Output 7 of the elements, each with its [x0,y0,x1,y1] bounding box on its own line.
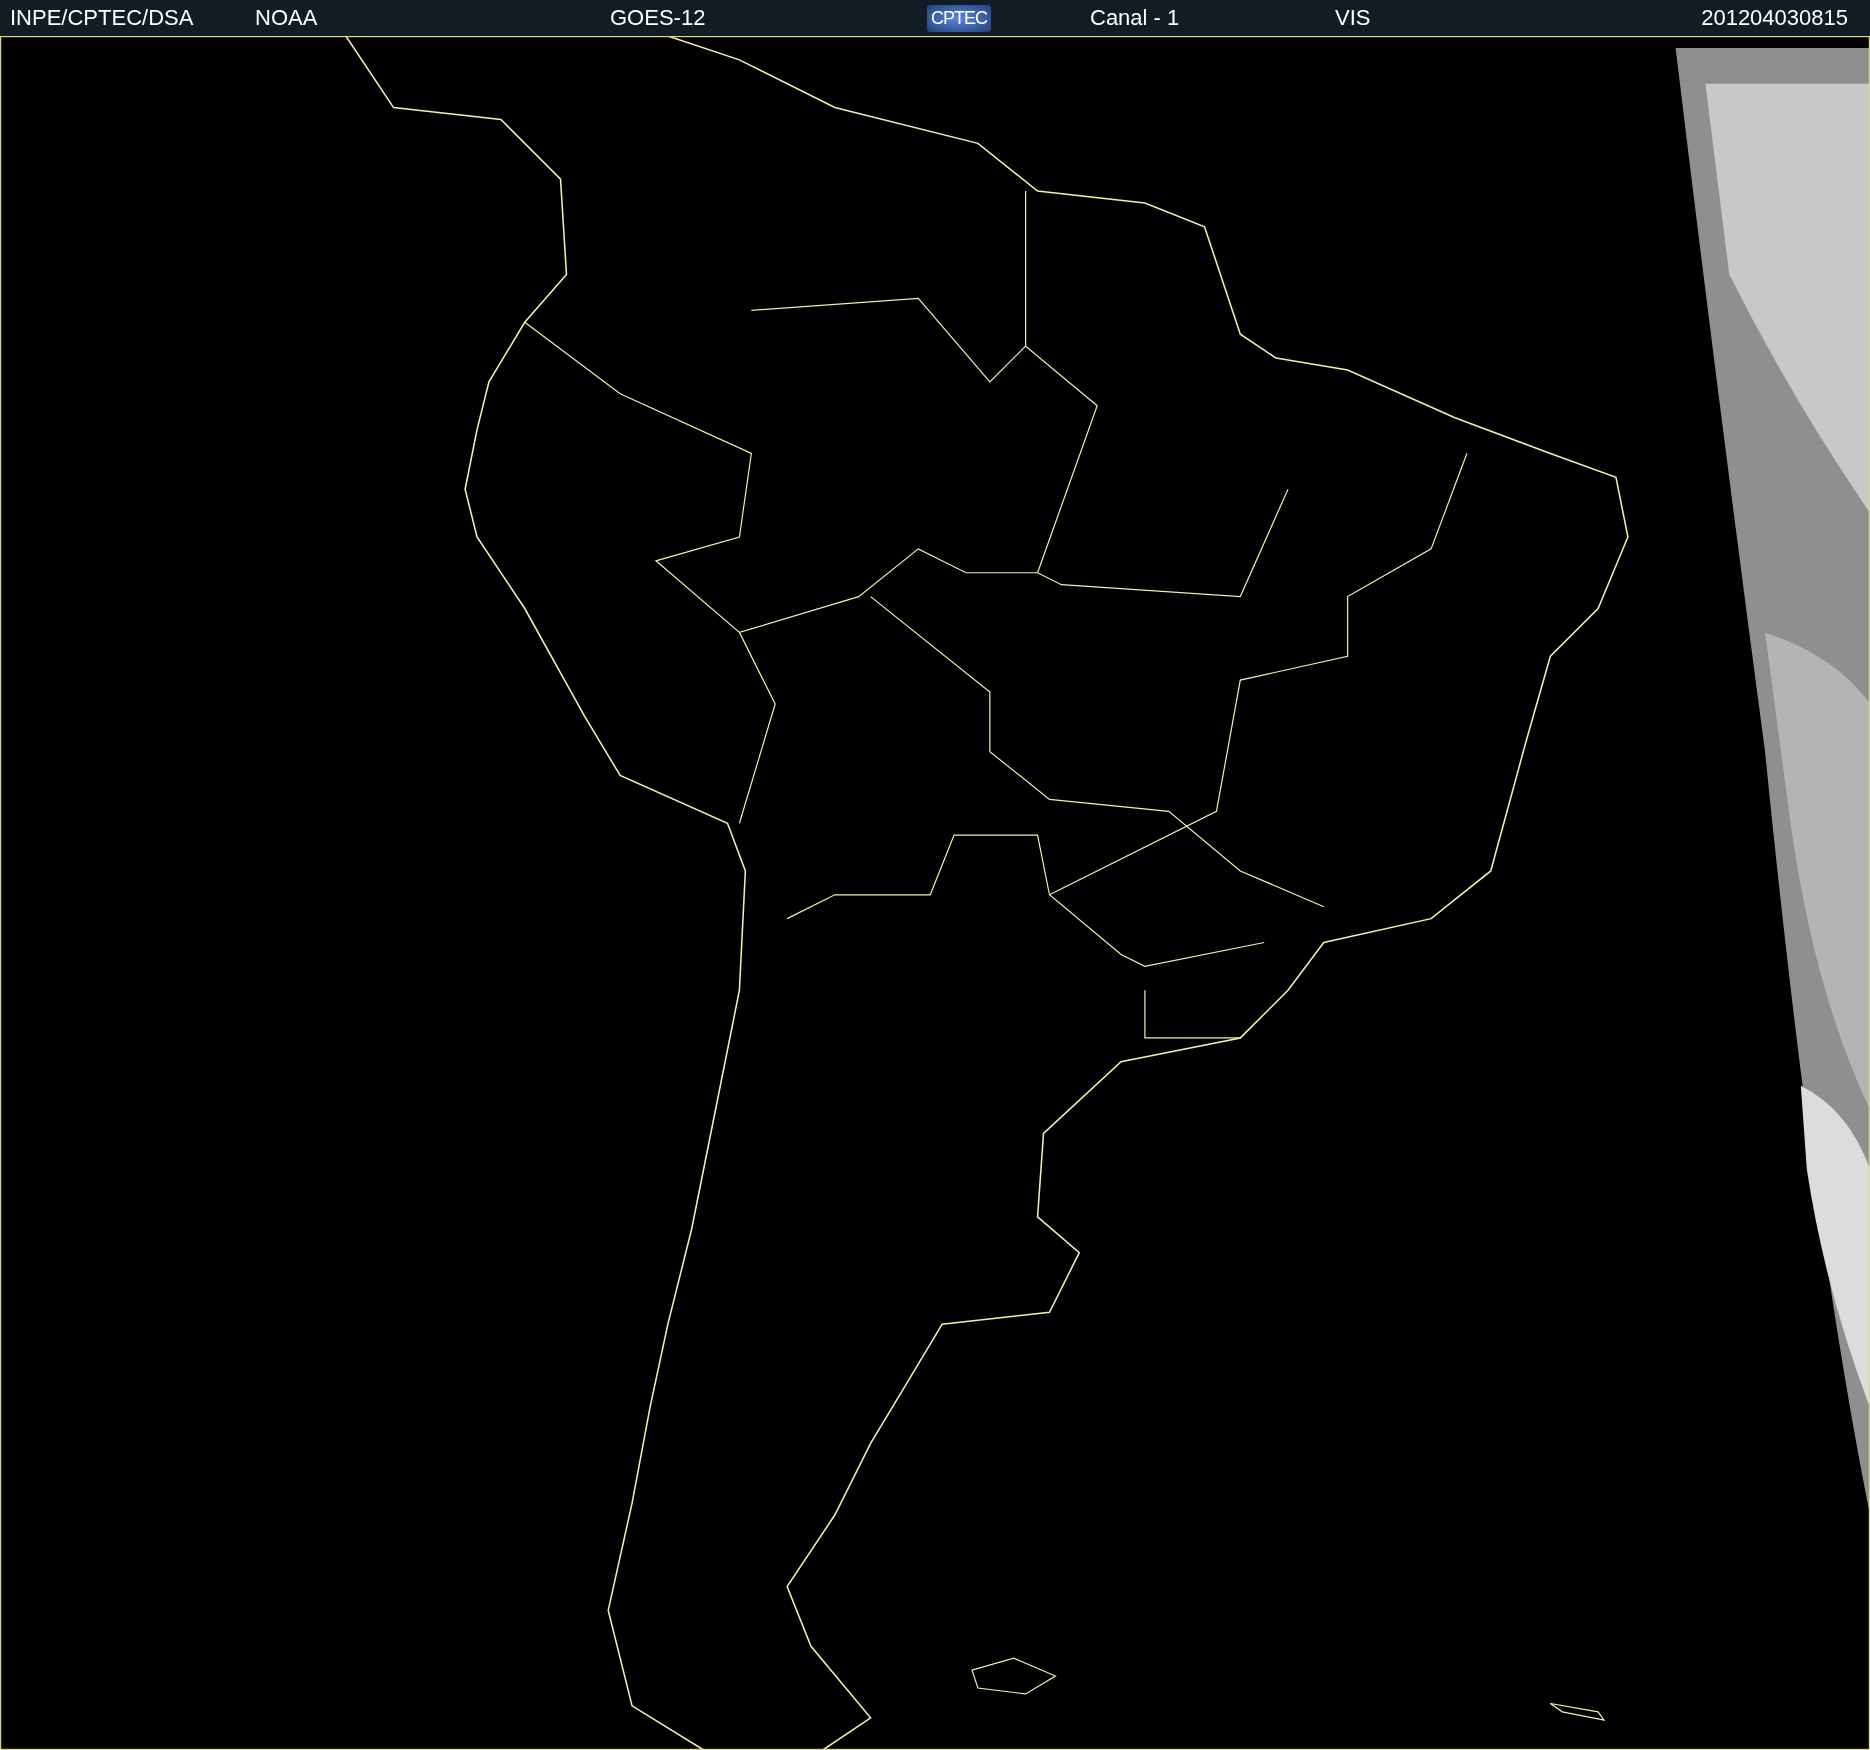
satellite-label: GOES-12 [610,5,707,31]
timestamp-label: 201204030815 [1701,5,1848,31]
source-label: INPE/CPTEC/DSA [10,5,195,31]
band-label: VIS [1335,5,1372,31]
agency-label: NOAA [255,5,319,31]
logo: CPTEC [927,5,991,32]
channel-label: Canal - 1 [1090,5,1181,31]
